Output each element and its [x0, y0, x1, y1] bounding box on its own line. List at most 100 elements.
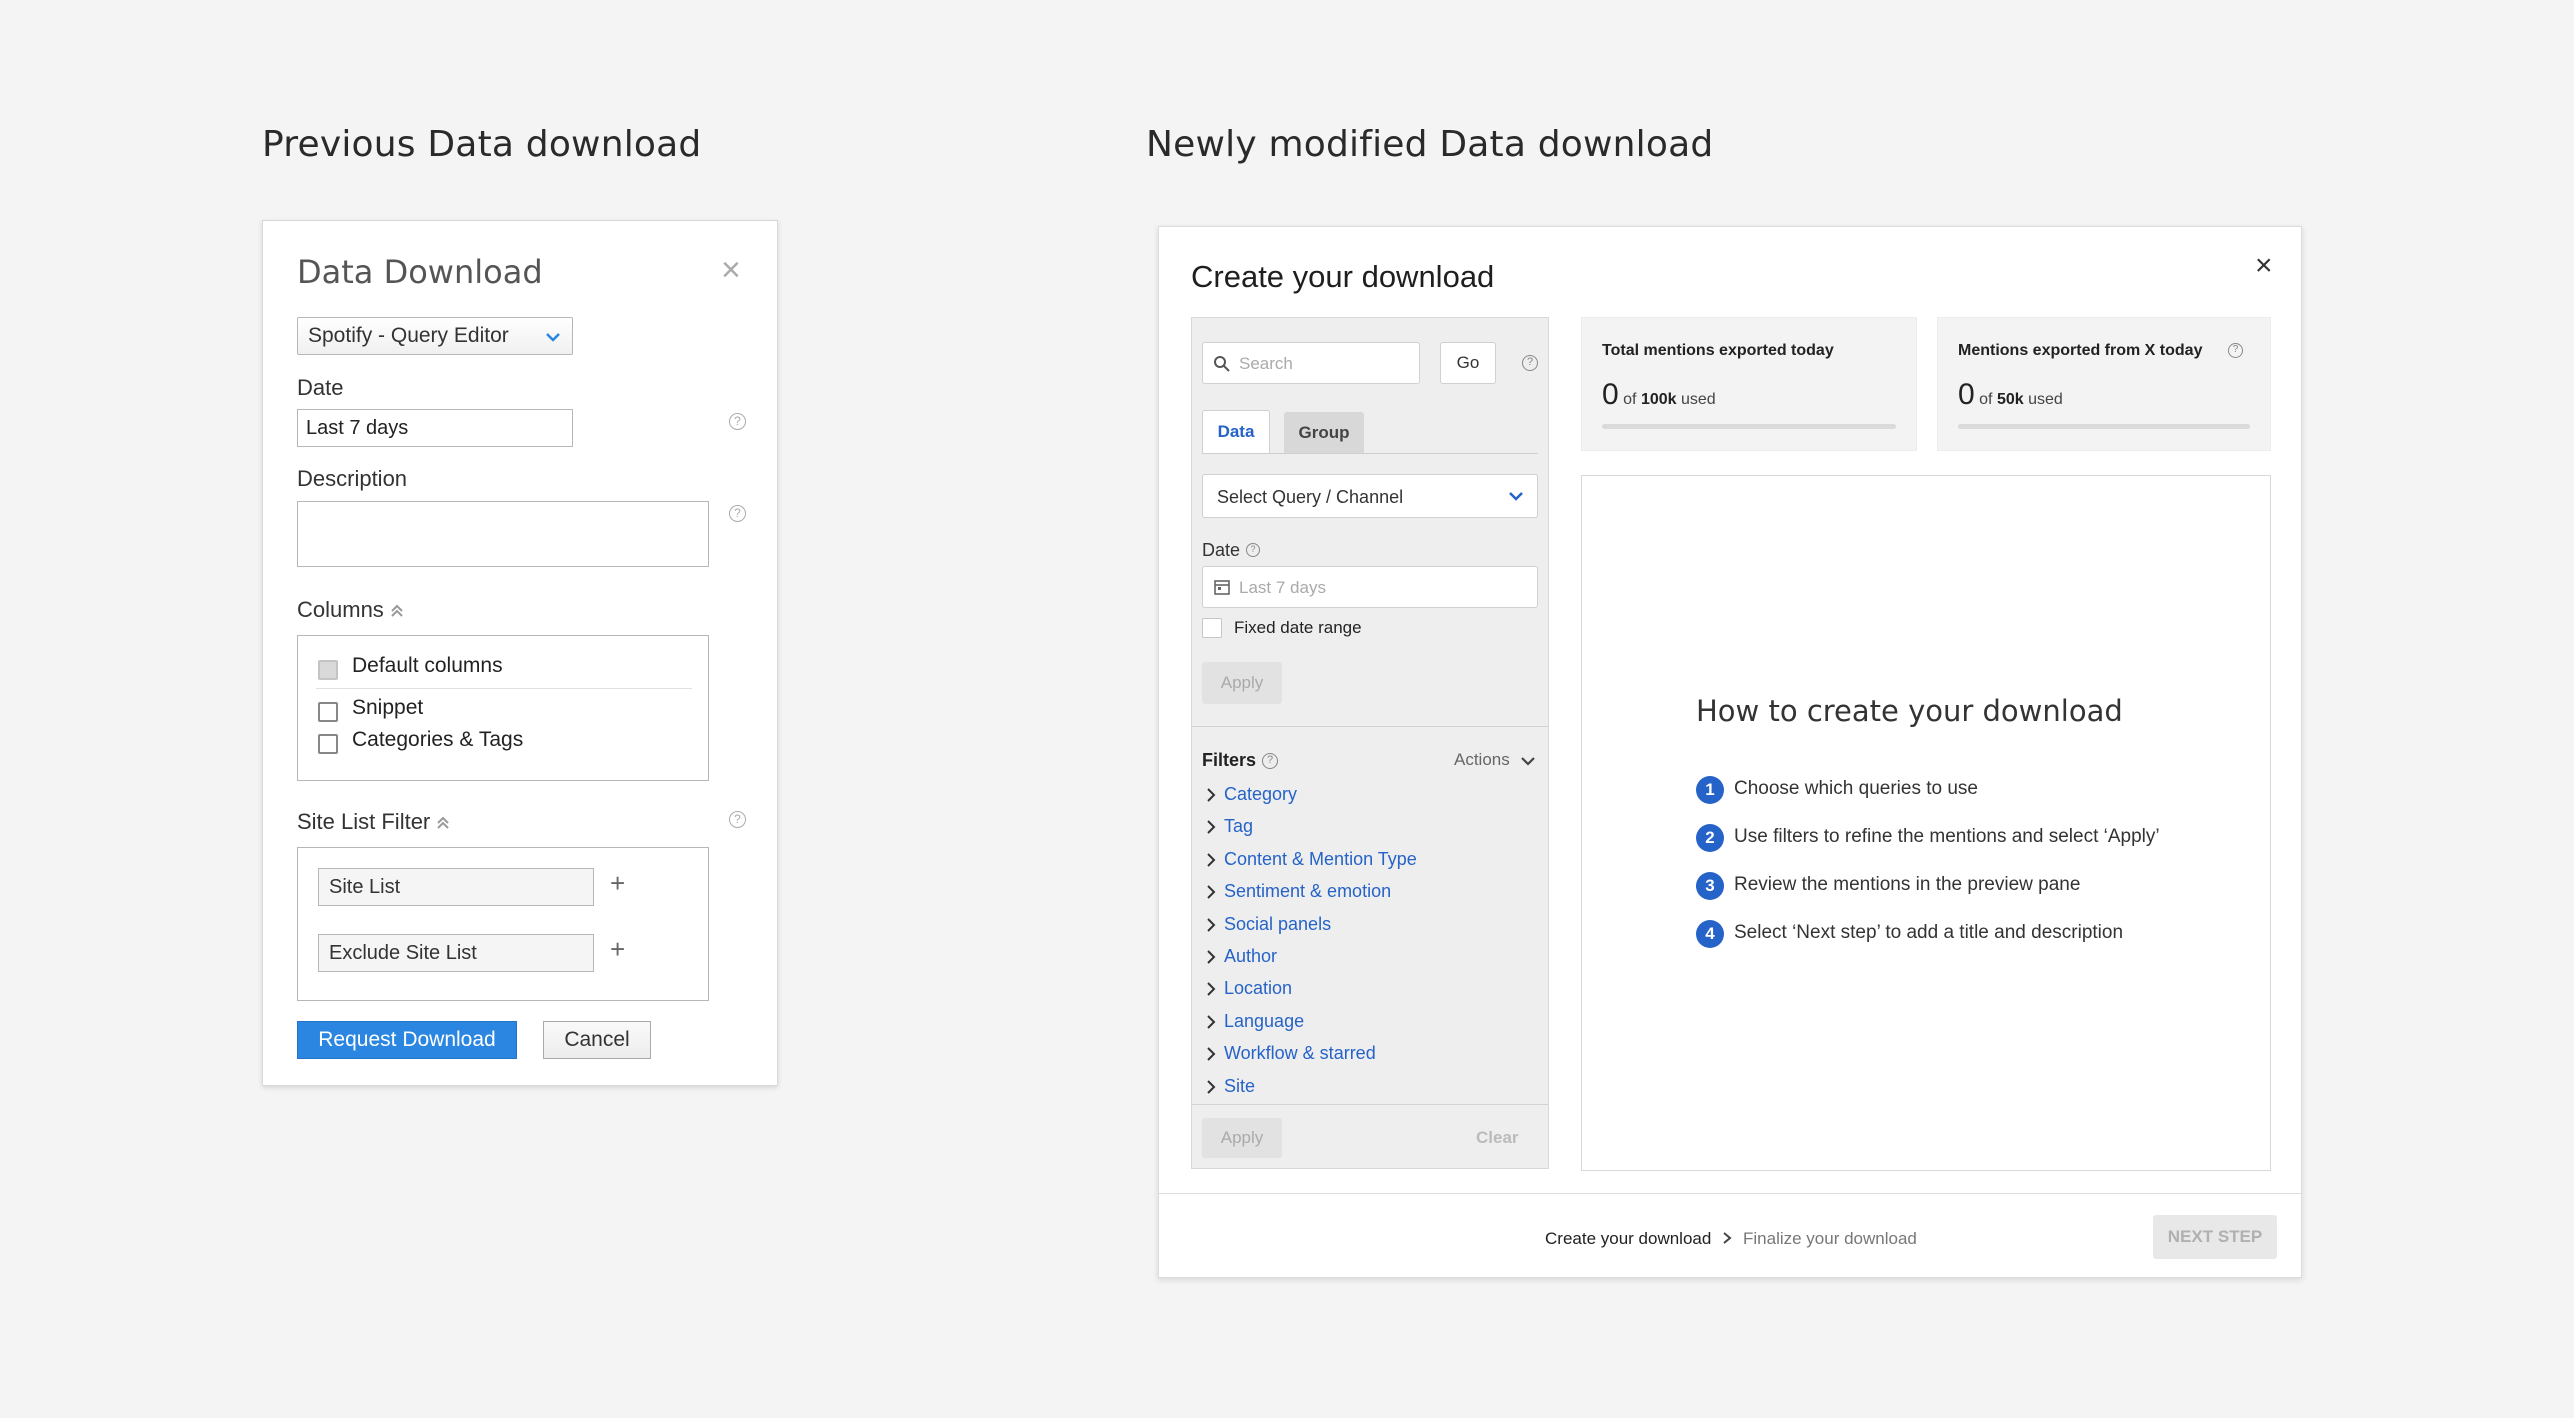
step-number: 1 [1696, 776, 1724, 804]
filters-label: Filters [1202, 750, 1257, 770]
filter-item[interactable]: Language [1202, 1007, 1522, 1039]
chevron-right-icon [1207, 917, 1216, 932]
create-download-dialog: Create your download × Search Go ? Data … [1158, 226, 2302, 1278]
filter-item-label: Category [1224, 784, 1298, 804]
stat-title: Total mentions exported today [1602, 342, 1834, 359]
actions-label[interactable]: Actions [1454, 750, 1510, 770]
old-columns-box: Default columns Snippet Categories & Tag… [297, 635, 709, 781]
request-download-button[interactable]: Request Download [297, 1021, 517, 1059]
chevron-up-double-icon[interactable] [389, 603, 405, 619]
filter-item[interactable]: Site [1202, 1072, 1522, 1104]
column-label: Default columns [352, 654, 503, 677]
clear-button[interactable]: Clear [1476, 1128, 1519, 1148]
search-input[interactable]: Search [1202, 342, 1420, 384]
filter-item[interactable]: Sentiment & emotion [1202, 877, 1522, 909]
filter-item[interactable]: Content & Mention Type [1202, 845, 1522, 877]
breadcrumb-current: Create your download [1545, 1229, 1712, 1248]
filter-item-label: Site [1224, 1075, 1256, 1096]
date-placeholder: Last 7 days [1239, 578, 1326, 597]
categories-tags-checkbox[interactable] [318, 734, 338, 754]
stat-used: used [1680, 391, 1716, 408]
select-query-channel[interactable]: Select Query / Channel [1202, 474, 1538, 518]
filter-item[interactable]: Location [1202, 974, 1522, 1006]
tab-data[interactable]: Data [1202, 410, 1270, 454]
help-icon[interactable]: ? [729, 413, 746, 430]
stat-count: 0 [1602, 378, 1619, 411]
exclude-site-list-input[interactable]: Exclude Site List [318, 934, 594, 972]
chevron-right-icon [1207, 950, 1216, 964]
step-number: 3 [1696, 872, 1724, 900]
chevron-right-icon [1207, 885, 1216, 899]
chevron-down-icon [1509, 492, 1523, 501]
stat-limit: 50k [1996, 391, 2024, 408]
site-list-label: Site List [329, 876, 401, 898]
section-divider [1192, 726, 1548, 727]
breadcrumb-next: Finalize your download [1743, 1229, 1917, 1248]
filter-item-label: Content & Mention Type [1224, 848, 1417, 869]
apply-date-button[interactable]: Apply [1202, 662, 1282, 704]
go-button[interactable]: Go [1440, 342, 1496, 384]
step-number: 4 [1696, 920, 1724, 948]
date-input[interactable]: Last 7 days [1202, 566, 1538, 608]
old-close-icon[interactable]: × [721, 251, 741, 290]
filter-item-label: Social panels [1224, 913, 1332, 934]
old-data-download-dialog: Data Download × Spotify - Query Editor D… [262, 220, 778, 1086]
filter-item[interactable]: Author [1202, 942, 1522, 974]
stat-value: 0 of 100k used [1602, 378, 1716, 412]
close-icon[interactable]: × [2255, 249, 2273, 283]
new-heading: Newly modified Data download [1146, 124, 1714, 165]
step-text: Choose which queries to use [1734, 778, 1978, 799]
chevron-down-icon[interactable] [1520, 754, 1536, 768]
tab-group[interactable]: Group [1284, 412, 1364, 454]
old-date-input[interactable]: Last 7 days [297, 409, 573, 447]
calendar-icon [1214, 580, 1230, 595]
divider [316, 688, 692, 689]
cancel-button[interactable]: Cancel [543, 1021, 651, 1059]
step-number: 2 [1696, 824, 1724, 852]
stat-used: used [2028, 391, 2063, 408]
filter-item[interactable]: Tag [1202, 812, 1522, 844]
apply-filters-button[interactable]: Apply [1202, 1118, 1282, 1158]
date-label: Date [1202, 540, 1241, 560]
filter-sidebar: Search Go ? Data Group Select Query / Ch… [1191, 317, 1549, 1169]
filter-item-label: Workflow & starred [1224, 1043, 1376, 1064]
old-query-select[interactable]: Spotify - Query Editor [297, 317, 573, 355]
next-step-button[interactable]: NEXT STEP [2153, 1215, 2277, 1259]
chevron-right-icon [1207, 820, 1216, 835]
filter-item[interactable]: Workflow & starred [1202, 1039, 1522, 1071]
old-columns-label: Columns [297, 597, 384, 622]
filter-item-label: Language [1224, 1010, 1305, 1031]
old-site-filter-label: Site List Filter [297, 809, 431, 834]
stat-limit: 100k [1640, 391, 1677, 408]
stat-help-icon[interactable]: ? [2228, 343, 2243, 358]
help-icon[interactable]: ? [729, 505, 746, 522]
default-columns-checkbox [318, 660, 338, 680]
filter-item[interactable]: Category [1202, 780, 1522, 812]
select-query-label: Select Query / Channel [1217, 487, 1404, 507]
filter-item-label: Location [1224, 978, 1293, 999]
fixed-date-range-checkbox[interactable] [1202, 618, 1222, 638]
add-site-icon[interactable]: + [610, 868, 625, 899]
chevron-up-double-icon[interactable] [435, 815, 451, 831]
fixed-date-range-label: Fixed date range [1234, 618, 1362, 637]
chevron-right-icon [1207, 1047, 1216, 1061]
help-icon[interactable]: ? [1522, 355, 1538, 371]
stat-of: of [1623, 391, 1637, 408]
chevron-right-icon [1207, 853, 1216, 867]
previous-heading: Previous Data download [262, 124, 702, 165]
site-list-input[interactable]: Site List [318, 868, 594, 906]
chevron-right-icon [1723, 1232, 1732, 1244]
search-placeholder: Search [1239, 354, 1293, 373]
stat-value: 0 of 50k used [1958, 378, 2063, 412]
help-icon[interactable]: ? [729, 811, 746, 828]
add-exclude-site-icon[interactable]: + [610, 934, 625, 965]
filters-help-icon[interactable]: ? [1262, 753, 1278, 769]
old-site-filter-box: Site List + Exclude Site List + [297, 847, 709, 1001]
chevron-right-icon [1207, 982, 1216, 997]
filter-item[interactable]: Social panels [1202, 910, 1522, 942]
filter-item-label: Sentiment & emotion [1224, 881, 1392, 902]
old-description-textarea[interactable] [297, 501, 709, 567]
old-date-value: Last 7 days [306, 417, 409, 439]
date-help-icon[interactable]: ? [1246, 543, 1260, 557]
snippet-checkbox[interactable] [318, 702, 338, 722]
